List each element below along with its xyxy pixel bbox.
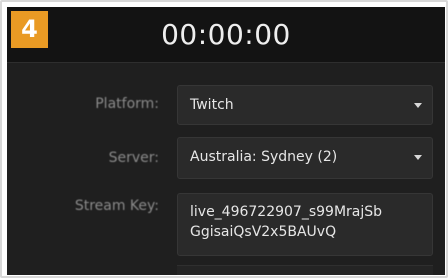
server-label: Server: [108, 150, 159, 166]
chevron-down-icon [414, 155, 422, 160]
server-value: Australia: Sydney (2) [190, 149, 338, 165]
stream-key-label: Stream Key: [74, 198, 159, 214]
stream-timer: 00:00:00 [161, 18, 291, 51]
next-field-edge [177, 265, 433, 275]
stream-form: Platform: Twitch Server: Australia: Sydn… [7, 63, 445, 275]
platform-label: Platform: [95, 96, 159, 112]
server-dropdown[interactable]: Australia: Sydney (2) [177, 137, 433, 179]
platform-dropdown[interactable]: Twitch [177, 85, 433, 125]
stream-key-input[interactable]: live_496722907_s99MrajSb GgisaiQsV2x5BAU… [177, 193, 433, 256]
chevron-down-icon [414, 103, 422, 108]
timer-bar: 4 00:00:00 [7, 7, 445, 63]
screenshot-frame: 4 00:00:00 Platform: Twitch Server: Aust… [0, 0, 448, 278]
platform-value: Twitch [190, 97, 234, 113]
stream-settings-panel: 4 00:00:00 Platform: Twitch Server: Aust… [7, 7, 445, 275]
stream-key-value: live_496722907_s99MrajSb GgisaiQsV2x5BAU… [190, 204, 383, 240]
